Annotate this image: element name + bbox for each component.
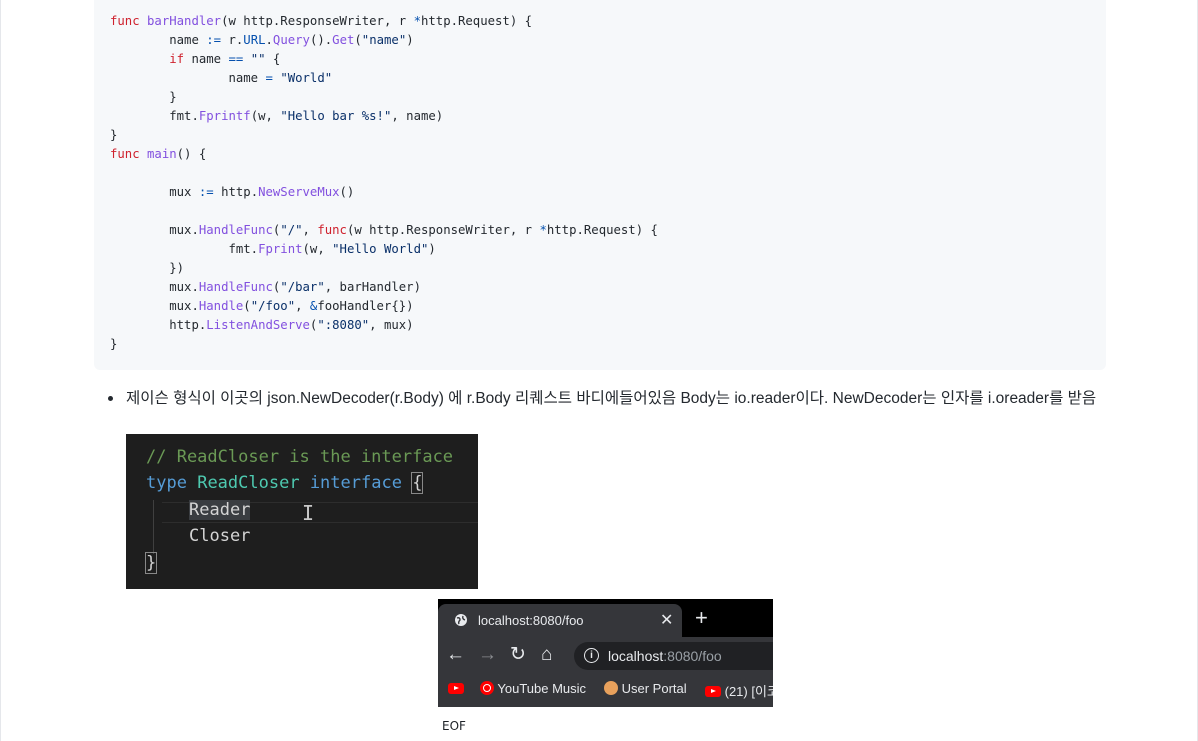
browser-toolbar: ← → ↻ ⌂ i localhost:8080/foo <box>438 637 773 675</box>
browser-screenshot: localhost:8080/foo ✕ + ← → ↻ ⌂ i localho… <box>438 599 773 707</box>
home-icon[interactable]: ⌂ <box>541 644 552 666</box>
youtube-icon <box>448 683 464 694</box>
close-icon[interactable]: ✕ <box>660 610 673 630</box>
new-tab-icon[interactable]: + <box>695 606 708 630</box>
text-cursor-icon: I <box>302 501 315 525</box>
reload-icon[interactable]: ↻ <box>510 644 526 666</box>
code-line: }) <box>110 261 185 275</box>
code-line: http.ListenAndServe(":8080", mux) <box>110 318 414 332</box>
tab-title: localhost:8080/foo <box>478 613 584 628</box>
code-line: name := r.URL.Query().Get("name") <box>110 33 414 47</box>
code-line: fmt.Fprintf(w, "Hello bar %s!", name) <box>110 109 444 123</box>
bookmark-youtube-music[interactable]: YouTube Music <box>480 681 586 696</box>
vscode-field-closer: Closer <box>189 526 251 546</box>
bookmark-user-portal[interactable]: User Portal <box>604 681 687 696</box>
url-text: localhost:8080/foo <box>608 648 722 664</box>
bullet-dot-icon <box>108 396 113 401</box>
code-text: func barHandler(w http.ResponseWriter, r… <box>110 12 1106 354</box>
code-line: mux := http.NewServeMux() <box>110 185 355 199</box>
vscode-field-reader: Reader <box>189 500 251 520</box>
bullet-item: 제이슨 형식이 이곳의 json.NewDecoder(r.Body) 에 r.… <box>106 387 1106 410</box>
open-brace: { <box>411 472 424 494</box>
code-line: if name == "" { <box>169 52 281 66</box>
go-code-block: func barHandler(w http.ResponseWriter, r… <box>94 0 1106 370</box>
bullet-list: 제이슨 형식이 이곳의 json.NewDecoder(r.Body) 에 r.… <box>106 387 1106 410</box>
code-line: } <box>110 128 118 142</box>
code-line: } <box>110 337 118 351</box>
vscode-type-line: type ReadCloser interface { <box>146 472 424 494</box>
page-border-left <box>0 0 1 741</box>
indent-guide <box>153 500 154 554</box>
code-line: } <box>110 90 177 104</box>
youtube-music-icon <box>480 681 494 695</box>
kw-type: type <box>146 473 187 493</box>
vscode-close-brace-line: } <box>144 552 158 574</box>
close-brace: } <box>144 552 158 574</box>
eof-response-text: EOF <box>442 719 466 733</box>
user-portal-icon <box>604 681 618 695</box>
code-line: mux.HandleFunc("/", func(w http.Response… <box>110 223 658 237</box>
globe-icon <box>455 614 467 626</box>
code-line: func main() { <box>110 147 207 161</box>
forward-arrow-icon[interactable]: → <box>478 644 497 666</box>
bullet-text: 제이슨 형식이 이곳의 json.NewDecoder(r.Body) 에 r.… <box>126 390 1097 407</box>
code-line: func barHandler(w http.ResponseWriter, r… <box>110 14 533 28</box>
bookmarks-bar: YouTube Music User Portal (21) [이코 <box>438 675 773 707</box>
kw-interface: interface <box>309 473 402 493</box>
info-icon[interactable]: i <box>584 648 599 663</box>
browser-tab[interactable]: localhost:8080/foo ✕ <box>438 604 682 637</box>
tab-strip: localhost:8080/foo ✕ + <box>438 599 773 637</box>
back-arrow-icon[interactable]: ← <box>446 644 465 666</box>
vscode-comment: // ReadCloser is the interface <box>146 447 454 467</box>
youtube-icon <box>705 686 721 697</box>
code-line: mux.HandleFunc("/bar", barHandler) <box>110 280 421 294</box>
code-line: fmt.Fprint(w, "Hello World") <box>110 242 436 256</box>
code-line: name = "World" <box>110 71 333 85</box>
type-name: ReadCloser <box>197 473 300 493</box>
code-line: mux.Handle("/foo", &fooHandler{}) <box>110 299 414 313</box>
bookmark-youtube-video[interactable]: (21) [이코 <box>705 681 773 700</box>
youtube-bookmark[interactable] <box>448 681 464 696</box>
vscode-screenshot: // ReadCloser is the interface type Read… <box>126 434 478 589</box>
address-bar[interactable]: i localhost:8080/foo <box>574 642 773 670</box>
